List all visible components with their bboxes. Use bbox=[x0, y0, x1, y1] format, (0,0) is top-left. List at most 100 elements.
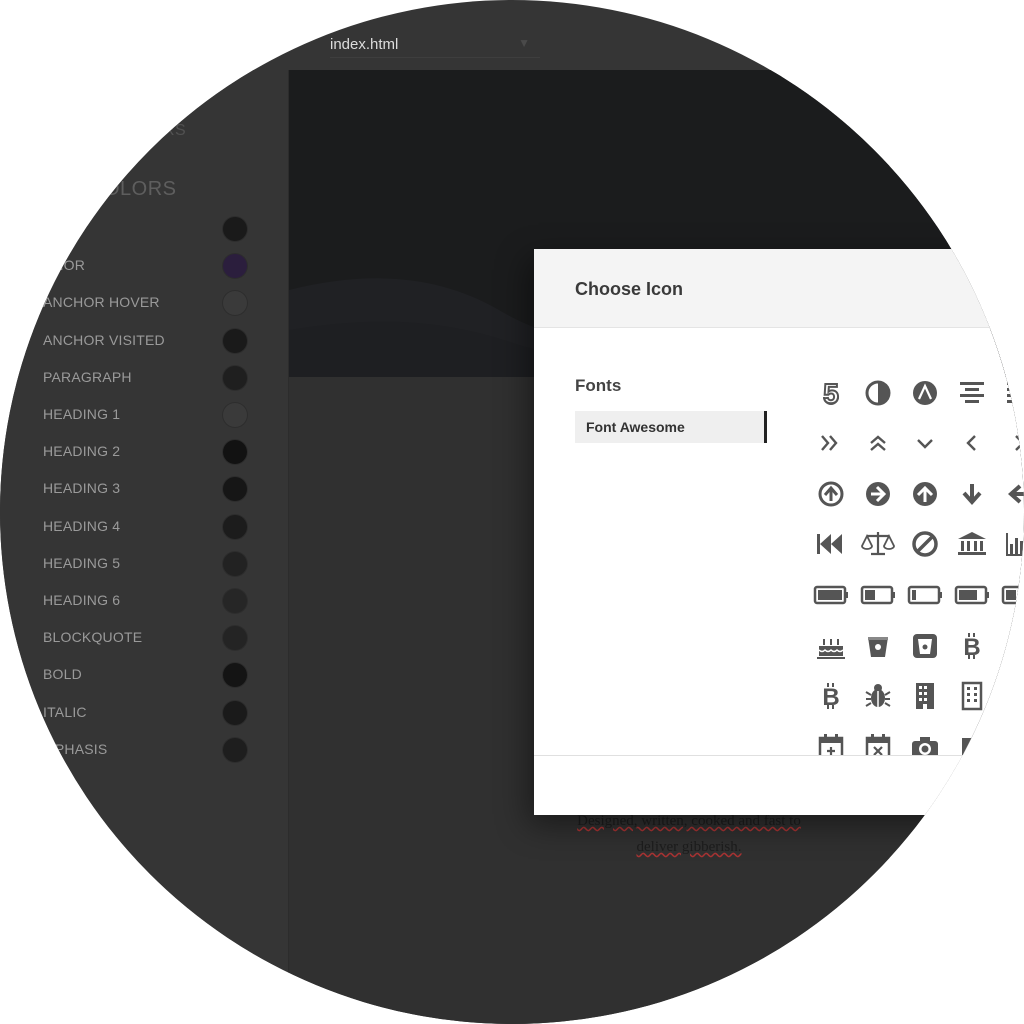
balance-scale-icon[interactable] bbox=[858, 524, 898, 564]
color-row-label: PARAGRAPH bbox=[43, 368, 132, 385]
battery-quarter-icon[interactable] bbox=[858, 575, 898, 615]
file-select-label: Page bbox=[330, 6, 356, 14]
arrow-left-icon[interactable] bbox=[999, 474, 1024, 514]
calendar-plus-o-icon[interactable] bbox=[811, 727, 851, 755]
color-row: ANCHOR VISITED bbox=[0, 323, 288, 360]
color-row: CHOR bbox=[0, 248, 288, 285]
sidebar: ORS OLORS CHOR ANCHOR HOVER ANCHOR VISITED… bbox=[0, 70, 288, 1024]
color-row-label: HEADING 5 bbox=[43, 554, 121, 571]
arrow-circle-right-icon[interactable] bbox=[858, 474, 898, 514]
bitbucket-square-icon[interactable] bbox=[905, 626, 945, 666]
align-justify-icon[interactable] bbox=[999, 373, 1024, 413]
color-row: BLOCKQUOTE bbox=[0, 620, 288, 657]
caption-line-1: Designed, written, cooked and fast to bbox=[577, 813, 801, 829]
color-row: HEADING 4 bbox=[0, 509, 288, 546]
angle-double-right-icon[interactable] bbox=[811, 423, 851, 463]
color-swatch[interactable] bbox=[223, 589, 247, 613]
icon-grid: 5 B B bbox=[806, 373, 1024, 755]
color-row-label: BLOCKQUOTE bbox=[43, 629, 143, 646]
angle-double-up-icon[interactable] bbox=[858, 423, 898, 463]
chevron-down-icon: ▼ bbox=[518, 36, 530, 50]
choose-icon-dialog: Choose Icon Fonts Font Awesome 5 B B bbox=[534, 249, 1024, 815]
angle-right-icon[interactable] bbox=[999, 423, 1024, 463]
bitbucket-icon[interactable] bbox=[858, 626, 898, 666]
color-row: PARAGRAPH bbox=[0, 360, 288, 397]
color-swatch[interactable] bbox=[223, 365, 247, 390]
battery-three-quarters-icon[interactable] bbox=[952, 575, 992, 615]
bug-icon[interactable] bbox=[858, 676, 898, 716]
backward-icon[interactable] bbox=[811, 524, 851, 564]
battery-half-icon[interactable] bbox=[999, 575, 1024, 615]
color-row: ANCHOR HOVER bbox=[0, 285, 288, 322]
color-row: MPHASIS bbox=[0, 732, 288, 769]
color-swatch[interactable] bbox=[223, 403, 247, 427]
bar-chart-icon[interactable] bbox=[999, 524, 1024, 564]
building-o-icon[interactable] bbox=[952, 676, 992, 716]
arrow-down-icon[interactable] bbox=[952, 474, 992, 514]
dialog-title: Choose Icon bbox=[575, 279, 684, 299]
adn-icon[interactable] bbox=[905, 373, 945, 413]
color-row-label: MPHASIS bbox=[43, 740, 108, 757]
color-row-label: ANCHOR VISITED bbox=[43, 331, 165, 348]
color-swatch[interactable] bbox=[223, 626, 247, 651]
angle-down-icon[interactable] bbox=[905, 423, 945, 463]
btc-icon[interactable]: B bbox=[811, 676, 851, 716]
color-row-label: ITALIC bbox=[43, 703, 87, 720]
ban-icon[interactable] bbox=[905, 524, 945, 564]
sidebar-section-previous: ORS bbox=[150, 122, 187, 139]
bank-icon[interactable] bbox=[952, 524, 992, 564]
color-row-label: CHOR bbox=[43, 257, 86, 274]
color-row: ITALIC bbox=[0, 695, 288, 732]
adjust-icon[interactable] bbox=[858, 373, 898, 413]
camera-icon[interactable] bbox=[905, 727, 945, 755]
align-center-icon[interactable] bbox=[952, 373, 992, 413]
five-hundred-px-icon[interactable]: 5 bbox=[811, 373, 851, 413]
arrow-circle-o-up-icon[interactable] bbox=[811, 474, 851, 514]
color-row-label: HEADING 3 bbox=[43, 480, 121, 497]
svg-text:B: B bbox=[963, 634, 980, 661]
color-row: HEADING 6 bbox=[0, 583, 288, 620]
color-row: BOLD bbox=[0, 657, 288, 694]
color-row-label: BOLD bbox=[43, 666, 82, 683]
color-row-label: HEADING 4 bbox=[43, 517, 121, 534]
color-swatch[interactable] bbox=[223, 328, 247, 353]
battery-full-icon[interactable] bbox=[811, 575, 851, 615]
color-row-label: HEADING 1 bbox=[43, 406, 121, 422]
color-swatch[interactable] bbox=[223, 551, 247, 576]
color-swatch[interactable] bbox=[223, 477, 247, 502]
color-swatch[interactable] bbox=[223, 440, 247, 465]
calendar-times-o-icon[interactable] bbox=[858, 727, 898, 755]
building-icon[interactable] bbox=[905, 676, 945, 716]
pencil-square-icon[interactable] bbox=[952, 727, 992, 755]
color-swatch[interactable] bbox=[223, 663, 247, 688]
hero-caption: Designed, written, cooked and fast to de… bbox=[559, 808, 819, 860]
fonts-heading: Fonts bbox=[575, 376, 622, 395]
dialog-header: Choose Icon bbox=[534, 249, 1024, 328]
file-select-value: index.html bbox=[330, 36, 399, 53]
dialog-footer bbox=[534, 755, 1024, 815]
battery-empty-icon[interactable] bbox=[905, 575, 945, 615]
caption-line-2: deliver gibberish. bbox=[636, 839, 742, 855]
file-select[interactable]: index.html ▼ bbox=[330, 30, 540, 58]
font-item-label: Font Awesome bbox=[586, 419, 685, 435]
color-swatch[interactable] bbox=[223, 737, 247, 762]
color-row-label: HEADING 6 bbox=[43, 592, 121, 608]
birthday-cake-icon[interactable] bbox=[811, 626, 851, 666]
bolt-icon[interactable] bbox=[999, 626, 1024, 666]
svg-text:B: B bbox=[822, 684, 839, 711]
color-swatch[interactable] bbox=[223, 254, 247, 279]
arrow-circle-up-icon[interactable] bbox=[905, 474, 945, 514]
color-swatch[interactable] bbox=[223, 514, 247, 539]
color-row: HEADING 3 bbox=[0, 471, 288, 508]
bitcoin-icon[interactable]: B bbox=[952, 626, 992, 666]
angle-left-icon[interactable] bbox=[952, 423, 992, 463]
screen-frame: Page index.html ▼ ORS OLORS CHOR ANCHOR H… bbox=[0, 0, 1024, 1024]
color-swatch[interactable] bbox=[223, 291, 247, 316]
color-row: HEADING 2 bbox=[0, 434, 288, 471]
color-row bbox=[0, 211, 288, 248]
color-row-label: ANCHOR HOVER bbox=[43, 294, 160, 311]
color-swatch[interactable] bbox=[223, 217, 247, 241]
color-row: HEADING 1 bbox=[0, 397, 288, 434]
font-item-font-awesome[interactable]: Font Awesome bbox=[575, 411, 767, 443]
color-swatch[interactable] bbox=[223, 700, 247, 725]
